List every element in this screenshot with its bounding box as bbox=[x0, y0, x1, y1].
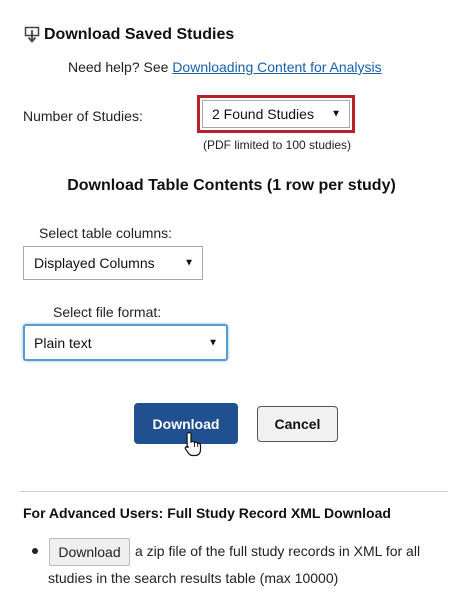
table-columns-value: Displayed Columns bbox=[34, 255, 155, 271]
number-of-studies-highlight: 2 Found Studies ▼ bbox=[197, 95, 355, 133]
advanced-section-title: For Advanced Users: Full Study Record XM… bbox=[23, 505, 391, 521]
dialog-title: Download Saved Studies bbox=[24, 26, 234, 44]
download-icon bbox=[24, 26, 40, 44]
file-format-label: Select file format: bbox=[53, 304, 162, 320]
table-columns-select[interactable]: Displayed Columns ▼ bbox=[23, 246, 203, 280]
table-columns-label: Select table columns: bbox=[39, 225, 173, 241]
dropdown-arrow-icon: ▼ bbox=[208, 337, 218, 348]
help-prefix: Need help? See bbox=[68, 59, 169, 75]
section-divider bbox=[20, 491, 448, 492]
number-of-studies-label: Number of Studies: bbox=[23, 108, 143, 124]
table-section-title: Download Table Contents (1 row per study… bbox=[67, 177, 396, 194]
number-of-studies-select[interactable]: 2 Found Studies ▼ bbox=[202, 100, 350, 128]
xml-description-line2: studies in the search results table (max… bbox=[48, 570, 339, 586]
bullet-icon bbox=[32, 548, 38, 554]
help-link[interactable]: Downloading Content for Analysis bbox=[172, 59, 381, 75]
cancel-button[interactable]: Cancel bbox=[257, 406, 338, 442]
xml-description-line1: a zip file of the full study records in … bbox=[135, 543, 421, 559]
dialog-title-text: Download Saved Studies bbox=[44, 26, 235, 43]
file-format-value: Plain text bbox=[34, 334, 92, 351]
xml-download-button[interactable]: Download bbox=[49, 538, 130, 566]
hand-cursor-icon bbox=[184, 431, 202, 457]
dropdown-arrow-icon: ▼ bbox=[184, 257, 194, 269]
pdf-limit-note: (PDF limited to 100 studies) bbox=[203, 138, 352, 152]
number-of-studies-value: 2 Found Studies bbox=[212, 106, 314, 122]
dropdown-arrow-icon: ▼ bbox=[331, 108, 341, 120]
file-format-select[interactable]: Plain text ▼ bbox=[23, 324, 228, 361]
help-text: Need help? See Downloading Content for A… bbox=[68, 59, 382, 75]
